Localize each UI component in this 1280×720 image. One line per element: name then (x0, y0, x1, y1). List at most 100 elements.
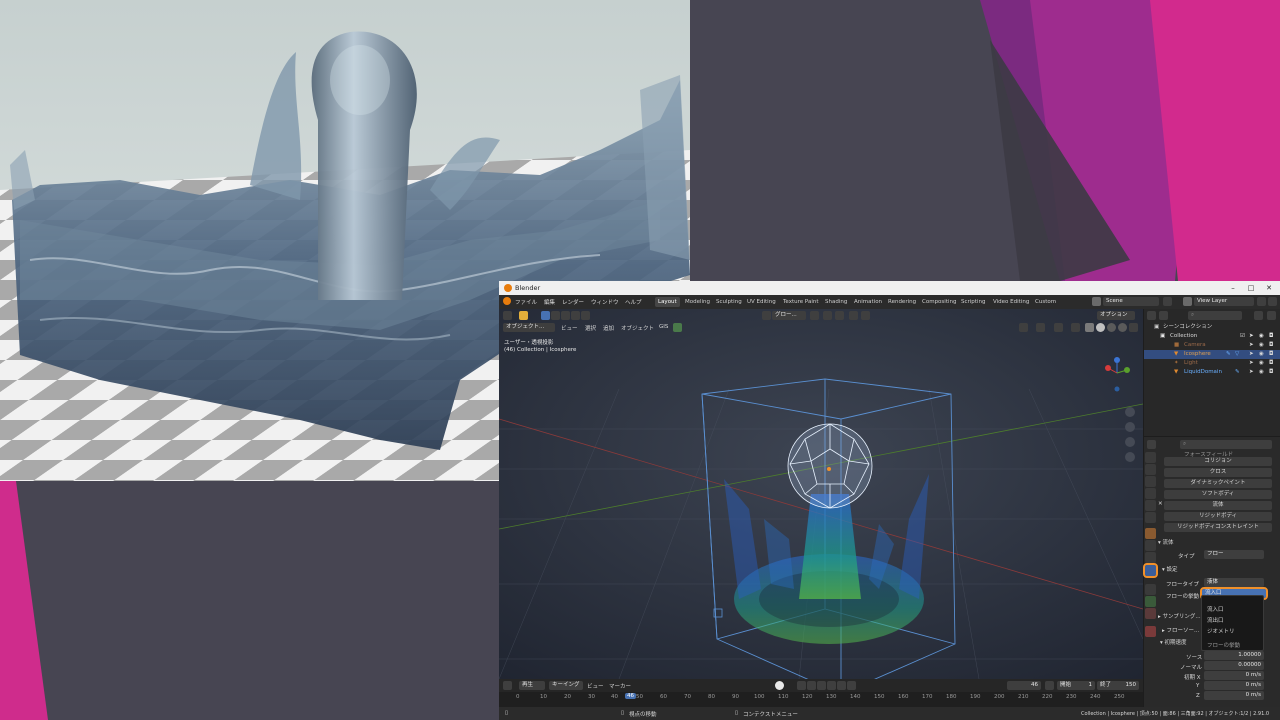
next-keyframe-icon[interactable] (837, 681, 846, 690)
world-tab-icon[interactable] (1145, 512, 1156, 523)
timeline-view-menu[interactable]: ビュー (587, 682, 604, 690)
outliner-item-icosphere[interactable]: ▼ Icosphere ✎ ▽ ➤ ◉ ◘ (1144, 350, 1280, 359)
transform-orientation-dropdown[interactable]: グロー... (772, 311, 806, 320)
current-frame-field[interactable]: 46 (1007, 681, 1041, 690)
maximize-button[interactable]: □ (1243, 283, 1259, 293)
snap-icon[interactable] (823, 311, 832, 320)
rendered-shading-icon[interactable] (1118, 323, 1127, 332)
tab-modeling[interactable]: Modeling (682, 297, 713, 307)
fluid-button[interactable]: 流体 (1164, 501, 1272, 510)
material-tab-icon[interactable] (1145, 608, 1156, 619)
outliner-item-light[interactable]: ✦ Light ➤ ◉ ◘ (1144, 359, 1280, 368)
object-tab-icon[interactable] (1145, 528, 1156, 539)
outliner-scene-collection[interactable]: ▣ シーンコレクション (1144, 323, 1280, 332)
overlay-toggle-icon[interactable] (1054, 323, 1063, 332)
editor-type-icon[interactable] (503, 311, 512, 320)
menu-help[interactable]: ヘルプ (625, 298, 642, 306)
collision-button[interactable]: コリジョン (1164, 457, 1272, 466)
checkbox-icon[interactable]: ☑ (1240, 332, 1245, 341)
jump-end-icon[interactable] (847, 681, 856, 690)
cursor-icon[interactable]: ➤ (1249, 359, 1254, 368)
zoom-icon[interactable] (1125, 407, 1135, 417)
camera-render-icon[interactable]: ◘ (1269, 368, 1273, 377)
select-intersect-icon[interactable] (581, 311, 590, 320)
initial-velocity-subpanel[interactable]: ▾ 初期速度 (1160, 638, 1187, 646)
menu-option-inflow[interactable]: 流入口 (1207, 605, 1224, 613)
particles-tab-icon[interactable] (1145, 552, 1156, 563)
shading-options-icon[interactable] (1129, 323, 1138, 332)
view-layer-browse-icon[interactable] (1257, 297, 1266, 306)
viewport-menu-object[interactable]: オブジェクト (621, 324, 654, 332)
falloff-icon[interactable] (861, 311, 870, 320)
menu-edit[interactable]: 編集 (544, 298, 555, 306)
outliner-editor-icon[interactable] (1147, 311, 1156, 320)
tab-rendering[interactable]: Rendering (885, 297, 919, 307)
proportional-edit-icon[interactable] (849, 311, 858, 320)
xray-toggle-icon[interactable] (1071, 323, 1080, 332)
timeline-editor-icon[interactable] (503, 681, 512, 690)
source-value[interactable]: 1.00000 (1204, 651, 1264, 660)
pivot-point-icon[interactable] (810, 311, 819, 320)
select-tool-icon[interactable] (519, 311, 528, 320)
minimize-button[interactable]: – (1225, 283, 1241, 293)
snap-target-icon[interactable] (835, 311, 844, 320)
cloth-button[interactable]: クロス (1164, 468, 1272, 477)
tab-animation[interactable]: Animation (851, 297, 885, 307)
select-box-icon[interactable] (541, 311, 550, 320)
close-button[interactable]: ✕ (1261, 283, 1277, 293)
outliner-item-liquid-domain[interactable]: ▼ LiquidDomain ✎ ➤ ◉ ◘ (1144, 368, 1280, 377)
gis-icon[interactable] (673, 323, 682, 332)
tab-shading[interactable]: Shading (822, 297, 850, 307)
tab-compositing[interactable]: Compositing (919, 297, 959, 307)
eye-icon[interactable]: ◉ (1259, 341, 1264, 350)
outliner-search[interactable]: ⌕ (1188, 311, 1242, 320)
wireframe-shading-icon[interactable] (1085, 323, 1094, 332)
normal-value[interactable]: 0.00000 (1204, 661, 1264, 670)
camera-render-icon[interactable]: ◘ (1269, 350, 1273, 359)
eye-icon[interactable]: ◉ (1259, 368, 1264, 377)
outliner-display-icon[interactable] (1159, 311, 1168, 320)
gizmo-toggle-icon[interactable] (1036, 323, 1045, 332)
cursor-icon[interactable]: ➤ (1249, 350, 1254, 359)
rigid-body-constraint-button[interactable]: リジッドボディコンストレイント (1164, 523, 1272, 532)
outliner-collection[interactable]: ▣ Collection ☑ ➤ ◉ ◘ (1144, 332, 1280, 341)
perspective-toggle-icon[interactable] (1125, 452, 1135, 462)
eye-icon[interactable]: ◉ (1259, 359, 1264, 368)
camera-view-icon[interactable] (1125, 437, 1135, 447)
tool-tab-icon[interactable] (1145, 452, 1156, 463)
fluid-panel-header[interactable]: ▾ 流体 (1158, 538, 1174, 546)
eye-icon[interactable]: ◉ (1259, 350, 1264, 359)
options-dropdown[interactable]: オプション (1097, 311, 1135, 320)
playhead-frame[interactable]: 46 (625, 693, 636, 699)
cursor-icon[interactable]: ➤ (1249, 332, 1254, 341)
outliner-item-camera[interactable]: ■ Camera ➤ ◉ ◘ (1144, 341, 1280, 350)
eye-icon[interactable]: ◉ (1259, 332, 1264, 341)
modifier-tab-icon[interactable] (1145, 540, 1156, 551)
initial-x-value[interactable]: 0 m/s (1204, 671, 1264, 680)
cursor-icon[interactable]: ➤ (1249, 368, 1254, 377)
filter-icon[interactable] (1254, 311, 1263, 320)
select-extend-icon[interactable] (551, 311, 560, 320)
z-value[interactable]: 0 m/s (1204, 691, 1264, 700)
scene-selector[interactable]: Scene (1103, 297, 1159, 306)
solid-shading-icon[interactable] (1096, 323, 1105, 332)
scene-tab-icon[interactable] (1145, 500, 1156, 511)
data-tab-icon[interactable] (1145, 596, 1156, 607)
viewport-menu-gis[interactable]: GIS (659, 324, 668, 330)
viewport-menu-add[interactable]: 追加 (603, 324, 614, 332)
remove-fluid-icon[interactable]: ✕ (1158, 501, 1163, 507)
transform-pivot-icon[interactable] (762, 311, 771, 320)
view-layer-selector[interactable]: View Layer (1194, 297, 1254, 306)
select-subtract-icon[interactable] (561, 311, 570, 320)
3d-viewport[interactable]: グロー... オプション オブジェクト... ビュー 選択 追加 オブジェクト … (499, 309, 1143, 679)
preview-range-icon[interactable] (1045, 681, 1054, 690)
select-invert-icon[interactable] (571, 311, 580, 320)
rigid-body-button[interactable]: リジッドボディ (1164, 512, 1272, 521)
camera-render-icon[interactable]: ◘ (1269, 332, 1273, 341)
viewport-menu-view[interactable]: ビュー (561, 324, 578, 332)
properties-search[interactable]: ⌕ (1180, 440, 1272, 449)
new-collection-icon[interactable] (1267, 311, 1276, 320)
material-shading-icon[interactable] (1107, 323, 1116, 332)
pan-icon[interactable] (1125, 422, 1135, 432)
menu-render[interactable]: レンダー (562, 298, 584, 306)
